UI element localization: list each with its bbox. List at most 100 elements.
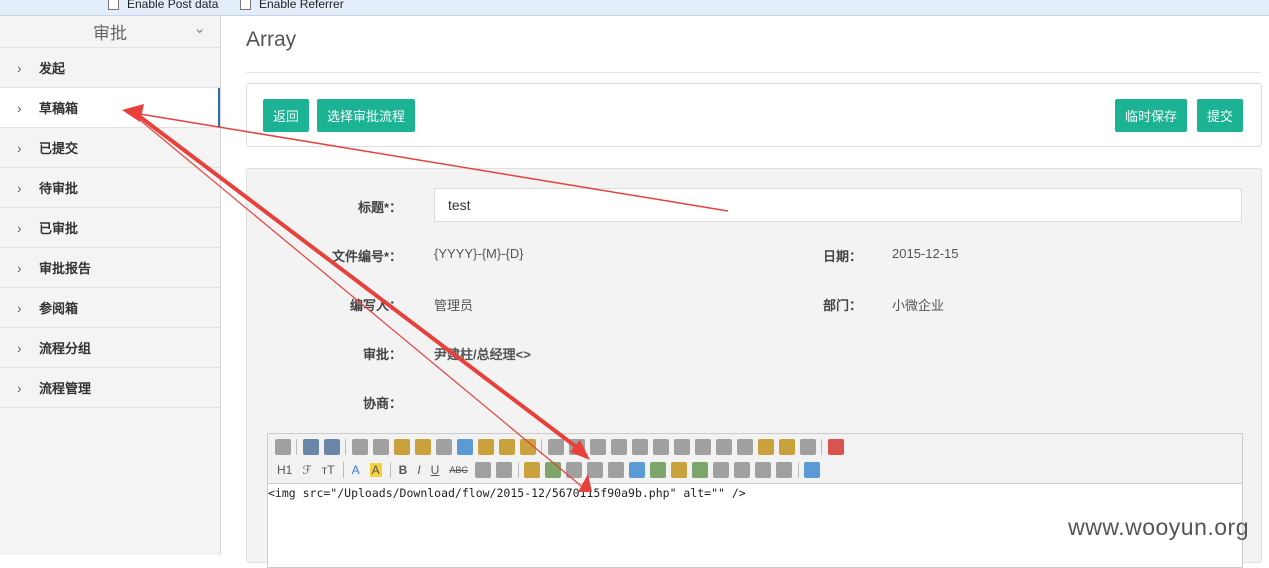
- sidebar-item-label: 待审批: [39, 178, 78, 197]
- emoticon-icon[interactable]: [671, 462, 687, 478]
- cut-icon[interactable]: [436, 439, 452, 455]
- preview-icon[interactable]: [352, 439, 368, 455]
- toolbar-row-1: [272, 436, 846, 458]
- paste-icon[interactable]: [478, 439, 494, 455]
- date-value: 2015-12-15: [892, 246, 959, 261]
- map-icon[interactable]: [692, 462, 708, 478]
- referrer-label: Enable Referrer: [259, 0, 344, 11]
- align-left-icon[interactable]: [548, 439, 564, 455]
- bg-color-button[interactable]: A: [370, 463, 382, 477]
- toolbar-separator: [798, 462, 799, 478]
- print-icon[interactable]: [373, 439, 389, 455]
- chevron-right-icon: ›: [17, 140, 39, 156]
- font-family-select[interactable]: ℱ: [302, 463, 311, 477]
- indent-icon[interactable]: [674, 439, 690, 455]
- watermark: www.wooyun.org: [1068, 514, 1249, 541]
- sidebar-item-label: 流程分组: [39, 338, 91, 357]
- toolbar-separator: [541, 439, 542, 455]
- fullscreen-icon[interactable]: [828, 439, 844, 455]
- sidebar-item-submitted[interactable]: ›已提交: [0, 128, 220, 168]
- unordered-list-icon[interactable]: [653, 439, 669, 455]
- undo-icon[interactable]: [303, 439, 319, 455]
- temp-save-button[interactable]: 临时保存: [1115, 99, 1187, 132]
- toolbar-separator: [296, 439, 297, 455]
- sidebar-item-label: 已审批: [39, 218, 78, 237]
- image-icon[interactable]: [524, 462, 540, 478]
- media-icon[interactable]: [587, 462, 603, 478]
- help-icon[interactable]: [804, 462, 820, 478]
- action-bar: 返回 选择审批流程 临时保存 提交: [246, 83, 1262, 147]
- heading-select[interactable]: H1: [277, 463, 292, 477]
- justify-icon[interactable]: [611, 439, 627, 455]
- link-icon[interactable]: [755, 462, 771, 478]
- sidebar-item-drafts[interactable]: ›草稿箱: [0, 88, 220, 128]
- dept-label: 部门：: [787, 295, 862, 314]
- choose-flow-button[interactable]: 选择审批流程: [317, 99, 415, 132]
- chevron-right-icon: ›: [17, 380, 39, 396]
- page-break-icon[interactable]: [713, 462, 729, 478]
- submit-button[interactable]: 提交: [1197, 99, 1243, 132]
- docno-label: 文件编号*：: [307, 246, 402, 265]
- sidebar-item-pending[interactable]: ›待审批: [0, 168, 220, 208]
- redo-icon[interactable]: [324, 439, 340, 455]
- multi-image-icon[interactable]: [545, 462, 561, 478]
- sidebar-header[interactable]: 审批 ⌄: [0, 16, 220, 48]
- align-center-icon[interactable]: [569, 439, 585, 455]
- editor-toolbar: H1 ℱ тT A A B I U ABC: [268, 434, 1242, 484]
- outdent-icon[interactable]: [695, 439, 711, 455]
- font-size-select[interactable]: тT: [322, 463, 335, 477]
- paste-text-icon[interactable]: [499, 439, 515, 455]
- docno-value: {YYYY}-{M}-{D}: [434, 246, 524, 261]
- bold-button[interactable]: B: [399, 463, 408, 477]
- italic-button[interactable]: I: [417, 463, 420, 477]
- sidebar-item-label: 流程管理: [39, 378, 91, 397]
- attachment-icon[interactable]: [608, 462, 624, 478]
- enable-post-data-option[interactable]: Enable Post data: [108, 0, 218, 11]
- superscript-icon[interactable]: [737, 439, 753, 455]
- align-right-icon[interactable]: [590, 439, 606, 455]
- paste-word-icon[interactable]: [520, 439, 536, 455]
- chevron-right-icon: ›: [17, 300, 39, 316]
- chevron-right-icon: ›: [17, 60, 39, 76]
- sidebar-header-title: 审批: [93, 19, 127, 44]
- chevron-right-icon: ›: [17, 260, 39, 276]
- underline-button[interactable]: U: [431, 463, 440, 477]
- template-icon[interactable]: [394, 439, 410, 455]
- strikethrough-button[interactable]: ABC: [449, 465, 468, 475]
- select-all-icon[interactable]: [779, 439, 795, 455]
- sidebar-item-cc-box[interactable]: ›参阅箱: [0, 288, 220, 328]
- code-icon[interactable]: [415, 439, 431, 455]
- anchor-icon[interactable]: [734, 462, 750, 478]
- chevron-down-icon: ⌄: [193, 19, 206, 37]
- ordered-list-icon[interactable]: [632, 439, 648, 455]
- copy-icon[interactable]: [457, 439, 473, 455]
- eraser-icon[interactable]: [496, 462, 512, 478]
- toolbar-row-2: H1 ℱ тT A A B I U ABC: [272, 459, 823, 481]
- insert-table-icon[interactable]: [629, 462, 645, 478]
- toolbar-separator: [343, 462, 344, 478]
- toolbar-separator: [390, 462, 391, 478]
- sidebar-item-approved[interactable]: ›已审批: [0, 208, 220, 248]
- table-icon[interactable]: [475, 462, 491, 478]
- title-input[interactable]: test: [434, 188, 1242, 222]
- toolbar-separator: [345, 439, 346, 455]
- sidebar-item-flow-management[interactable]: ›流程管理: [0, 368, 220, 408]
- horizontal-rule-icon[interactable]: [650, 462, 666, 478]
- sidebar-item-flow-groups[interactable]: ›流程分组: [0, 328, 220, 368]
- sidebar-item-initiate[interactable]: ›发起: [0, 48, 220, 88]
- referrer-checkbox[interactable]: [240, 0, 251, 10]
- source-icon[interactable]: [275, 439, 291, 455]
- editor-content[interactable]: <img src="/Uploads/Download/flow/2015-12…: [268, 484, 1242, 500]
- font-color-button[interactable]: A: [352, 463, 360, 477]
- subscript-icon[interactable]: [716, 439, 732, 455]
- enable-referrer-option[interactable]: Enable Referrer: [240, 0, 344, 11]
- post-data-checkbox[interactable]: [108, 0, 119, 10]
- flash-icon[interactable]: [566, 462, 582, 478]
- back-button[interactable]: 返回: [263, 99, 309, 132]
- author-label: 编写人：: [307, 295, 402, 314]
- cursor-icon[interactable]: [800, 439, 816, 455]
- sidebar-item-reports[interactable]: ›审批报告: [0, 248, 220, 288]
- title-input-value: test: [448, 197, 471, 213]
- unlink-icon[interactable]: [776, 462, 792, 478]
- clear-format-icon[interactable]: [758, 439, 774, 455]
